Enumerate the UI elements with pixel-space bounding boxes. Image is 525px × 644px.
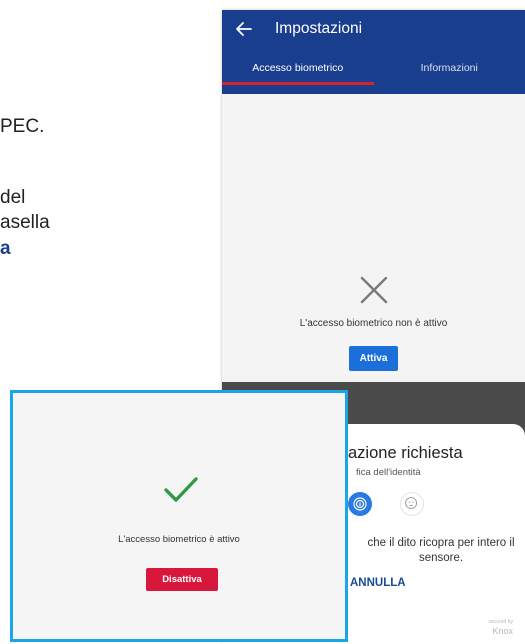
status-message: L'accesso biometrico è attivo bbox=[118, 534, 240, 545]
fingerprint-instruction: che il dito ricopra per intero il sensor… bbox=[367, 537, 515, 564]
face-icon bbox=[405, 497, 418, 510]
deactivate-button[interactable]: Disattiva bbox=[146, 568, 218, 591]
page-title: Impostazioni bbox=[275, 20, 363, 37]
prompt-subtitle: fica dell'identità bbox=[356, 467, 421, 478]
document-text-line: asella bbox=[0, 212, 50, 233]
document-text-line: del bbox=[0, 187, 26, 208]
checkmark-icon bbox=[164, 477, 198, 502]
biometric-status: L'accesso biometrico non è attivo Attiva bbox=[222, 275, 525, 371]
close-x-icon bbox=[360, 276, 387, 304]
tab-bar: Accesso biometrico Informazioni bbox=[222, 60, 525, 84]
prompt-title: azione richiesta bbox=[348, 444, 463, 462]
tab-biometric-access[interactable]: Accesso biometrico bbox=[222, 60, 374, 84]
knox-logo: secured by Knox bbox=[489, 618, 513, 636]
cancel-button[interactable]: ANNULLA bbox=[350, 577, 406, 589]
knox-label: Knox bbox=[492, 626, 513, 636]
tab-indicator bbox=[222, 82, 374, 85]
fingerprint-option[interactable] bbox=[348, 492, 372, 516]
fingerprint-icon bbox=[353, 497, 367, 511]
status-message: L'accesso biometrico non è attivo bbox=[299, 318, 448, 329]
back-arrow-icon[interactable] bbox=[235, 20, 253, 38]
tab-info[interactable]: Informazioni bbox=[374, 60, 525, 84]
biometric-active-screen: L'accesso biometrico è attivo Disattiva bbox=[10, 390, 348, 642]
app-bar: Impostazioni Accesso biometrico Informaz… bbox=[222, 10, 525, 94]
activate-button[interactable]: Attiva bbox=[348, 346, 399, 371]
document-link-text[interactable]: a bbox=[0, 238, 11, 260]
document-text-line: PEC. bbox=[0, 116, 45, 137]
face-recognition-option[interactable] bbox=[400, 492, 424, 516]
